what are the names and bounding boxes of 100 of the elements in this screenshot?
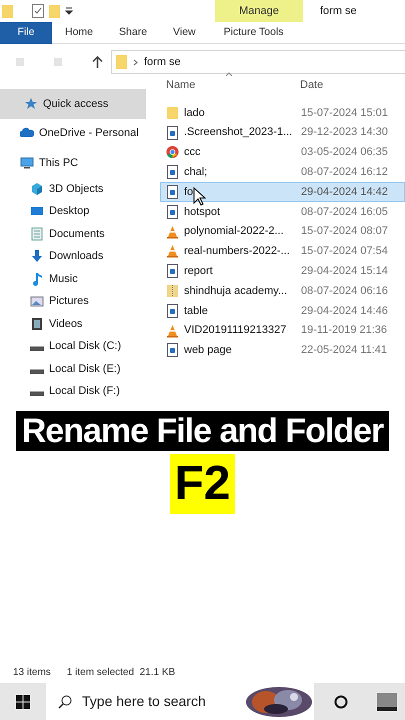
file-row[interactable]: polynomial-2022-2... 15-07-2024 08:07: [160, 222, 405, 242]
nav-item[interactable]: Local Disk (C:): [0, 335, 146, 358]
document-icon: [30, 226, 44, 241]
nav-item[interactable]: Local Disk (E:): [0, 358, 146, 380]
file-row[interactable]: web page 22-05-2024 11:41: [160, 340, 405, 360]
file-row[interactable]: VID20191119213327 19-11-2019 21:36: [160, 320, 405, 341]
file-date: 29-04-2024 15:14: [301, 264, 388, 280]
traffic-cone-icon: [166, 244, 179, 258]
file-name: fo: [184, 184, 194, 200]
file-name: ccc: [184, 145, 200, 160]
file-name: lado: [184, 106, 205, 121]
ribbon-tab[interactable]: File: [0, 22, 52, 44]
drive-icon: [30, 391, 44, 396]
file-date: 08-07-2024 16:05: [301, 204, 388, 220]
column-header[interactable]: Name: [160, 76, 300, 94]
file-date: 19-11-2019 21:36: [301, 323, 388, 338]
file-date: 29-04-2024 14:42: [301, 184, 388, 200]
file-row[interactable]: shindhuja academy... 08-07-2024 06:16: [160, 281, 405, 301]
nav-item[interactable]: OneDrive - Personal: [0, 118, 146, 148]
monitor-icon: [20, 156, 34, 170]
file-date: 15-07-2024 07:54: [301, 244, 388, 260]
status-selection: 1 item selected 21.1 KB: [66, 666, 176, 680]
file-name: .Screenshot_2023-1...: [184, 125, 292, 140]
file-name: shindhuja academy...: [184, 284, 288, 299]
drive-icon: [30, 346, 44, 352]
ribbon-tab[interactable]: Picture Tools: [210, 22, 297, 44]
window-icon[interactable]: [377, 692, 397, 710]
file-row[interactable]: .Screenshot_2023-1... 29-12-2023 14:30: [160, 122, 405, 143]
chevron-icon: [133, 58, 138, 66]
zip-folder-icon: [166, 284, 179, 298]
file-name: VID20191119213327: [184, 323, 286, 338]
properties-icon[interactable]: [32, 4, 44, 18]
search-field[interactable]: Type here to search: [82, 691, 232, 712]
file-name: real-numbers-2022-...: [184, 244, 290, 260]
document-icon: [166, 126, 179, 140]
nav-item[interactable]: Local Disk (F:): [0, 380, 146, 402]
browser-icon: [166, 145, 179, 160]
ribbon-tab[interactable]: Home: [52, 22, 106, 44]
music-note-icon: [30, 272, 44, 286]
file-date: 03-05-2024 06:35: [301, 145, 388, 160]
key-label: F2: [170, 454, 234, 514]
file-row[interactable]: table 29-04-2024 14:46: [160, 300, 405, 321]
nav-item[interactable]: 3D Objects: [0, 178, 146, 200]
document-icon: [166, 165, 179, 180]
nav-item[interactable]: Pictures: [0, 290, 146, 312]
nav-item[interactable]: Desktop: [0, 200, 146, 222]
file-row[interactable]: ccc 03-05-2024 06:35: [160, 142, 405, 162]
address-path: form se: [144, 54, 181, 70]
circle-icon[interactable]: [334, 694, 348, 708]
pin-icon: [24, 96, 38, 111]
folder-icon: [116, 55, 127, 69]
traffic-cone-icon: [166, 224, 179, 239]
film-icon: [30, 316, 44, 331]
file-name: chal;: [184, 165, 208, 180]
file-date: 08-07-2024 06:16: [301, 284, 388, 299]
window-title: form se: [320, 4, 357, 19]
nav-item[interactable]: Videos: [0, 312, 146, 335]
caption-title: Rename File and Folder: [16, 410, 390, 450]
file-date: 22-05-2024 11:41: [301, 343, 388, 358]
ribbon-tab[interactable]: Share: [106, 22, 160, 44]
context-tab-header: Manage: [215, 0, 303, 22]
address-bar[interactable]: form se: [111, 50, 405, 74]
nav-item[interactable]: Quick access: [0, 89, 146, 118]
file-row[interactable]: real-numbers-2022-... 15-07-2024 07:54: [160, 242, 405, 262]
document-icon: [166, 204, 179, 219]
nav-item[interactable]: This PC: [0, 148, 146, 178]
status-count: 13 items: [13, 666, 51, 680]
dropdown-icon[interactable]: [65, 7, 73, 15]
windows-icon[interactable]: [16, 694, 30, 708]
column-header[interactable]: Date: [300, 76, 324, 94]
file-date: 15-07-2024 15:01: [301, 106, 388, 121]
file-date: 29-12-2023 14:30: [301, 125, 388, 140]
document-icon: [166, 343, 179, 358]
file-row[interactable]: chal; 08-07-2024 16:12: [160, 162, 405, 182]
traffic-cone-icon: [166, 324, 179, 338]
download-icon: [30, 249, 44, 264]
nav-item[interactable]: Downloads: [0, 245, 146, 268]
file-name: web page: [184, 343, 232, 358]
file-name: report: [184, 264, 213, 280]
file-row[interactable]: lado 15-07-2024 15:01: [160, 103, 405, 123]
file-name: hotspot: [184, 204, 220, 220]
file-name: polynomial-2022-2...: [184, 224, 284, 240]
nav-item[interactable]: Music: [0, 268, 146, 290]
up-arrow-icon[interactable]: [92, 56, 103, 68]
ribbon-tab[interactable]: View: [160, 22, 209, 44]
cube-icon: [30, 182, 44, 196]
nav-item[interactable]: Documents: [0, 222, 146, 245]
document-icon: [166, 304, 179, 318]
drive-icon: [30, 368, 44, 374]
taskbar-search[interactable]: Type here to search: [46, 683, 314, 720]
file-date: 29-04-2024 14:46: [301, 304, 388, 319]
file-name: table: [184, 304, 208, 319]
mouse-cursor-icon: [193, 186, 206, 206]
file-row[interactable]: hotspot 08-07-2024 16:05: [160, 202, 405, 222]
picture-frame-icon: [30, 294, 44, 308]
file-date: 08-07-2024 16:12: [301, 165, 388, 180]
document-icon: [166, 185, 179, 200]
file-row[interactable]: report 29-04-2024 15:14: [160, 261, 405, 282]
folder-icon: [166, 106, 179, 120]
search-icon: [58, 694, 72, 708]
